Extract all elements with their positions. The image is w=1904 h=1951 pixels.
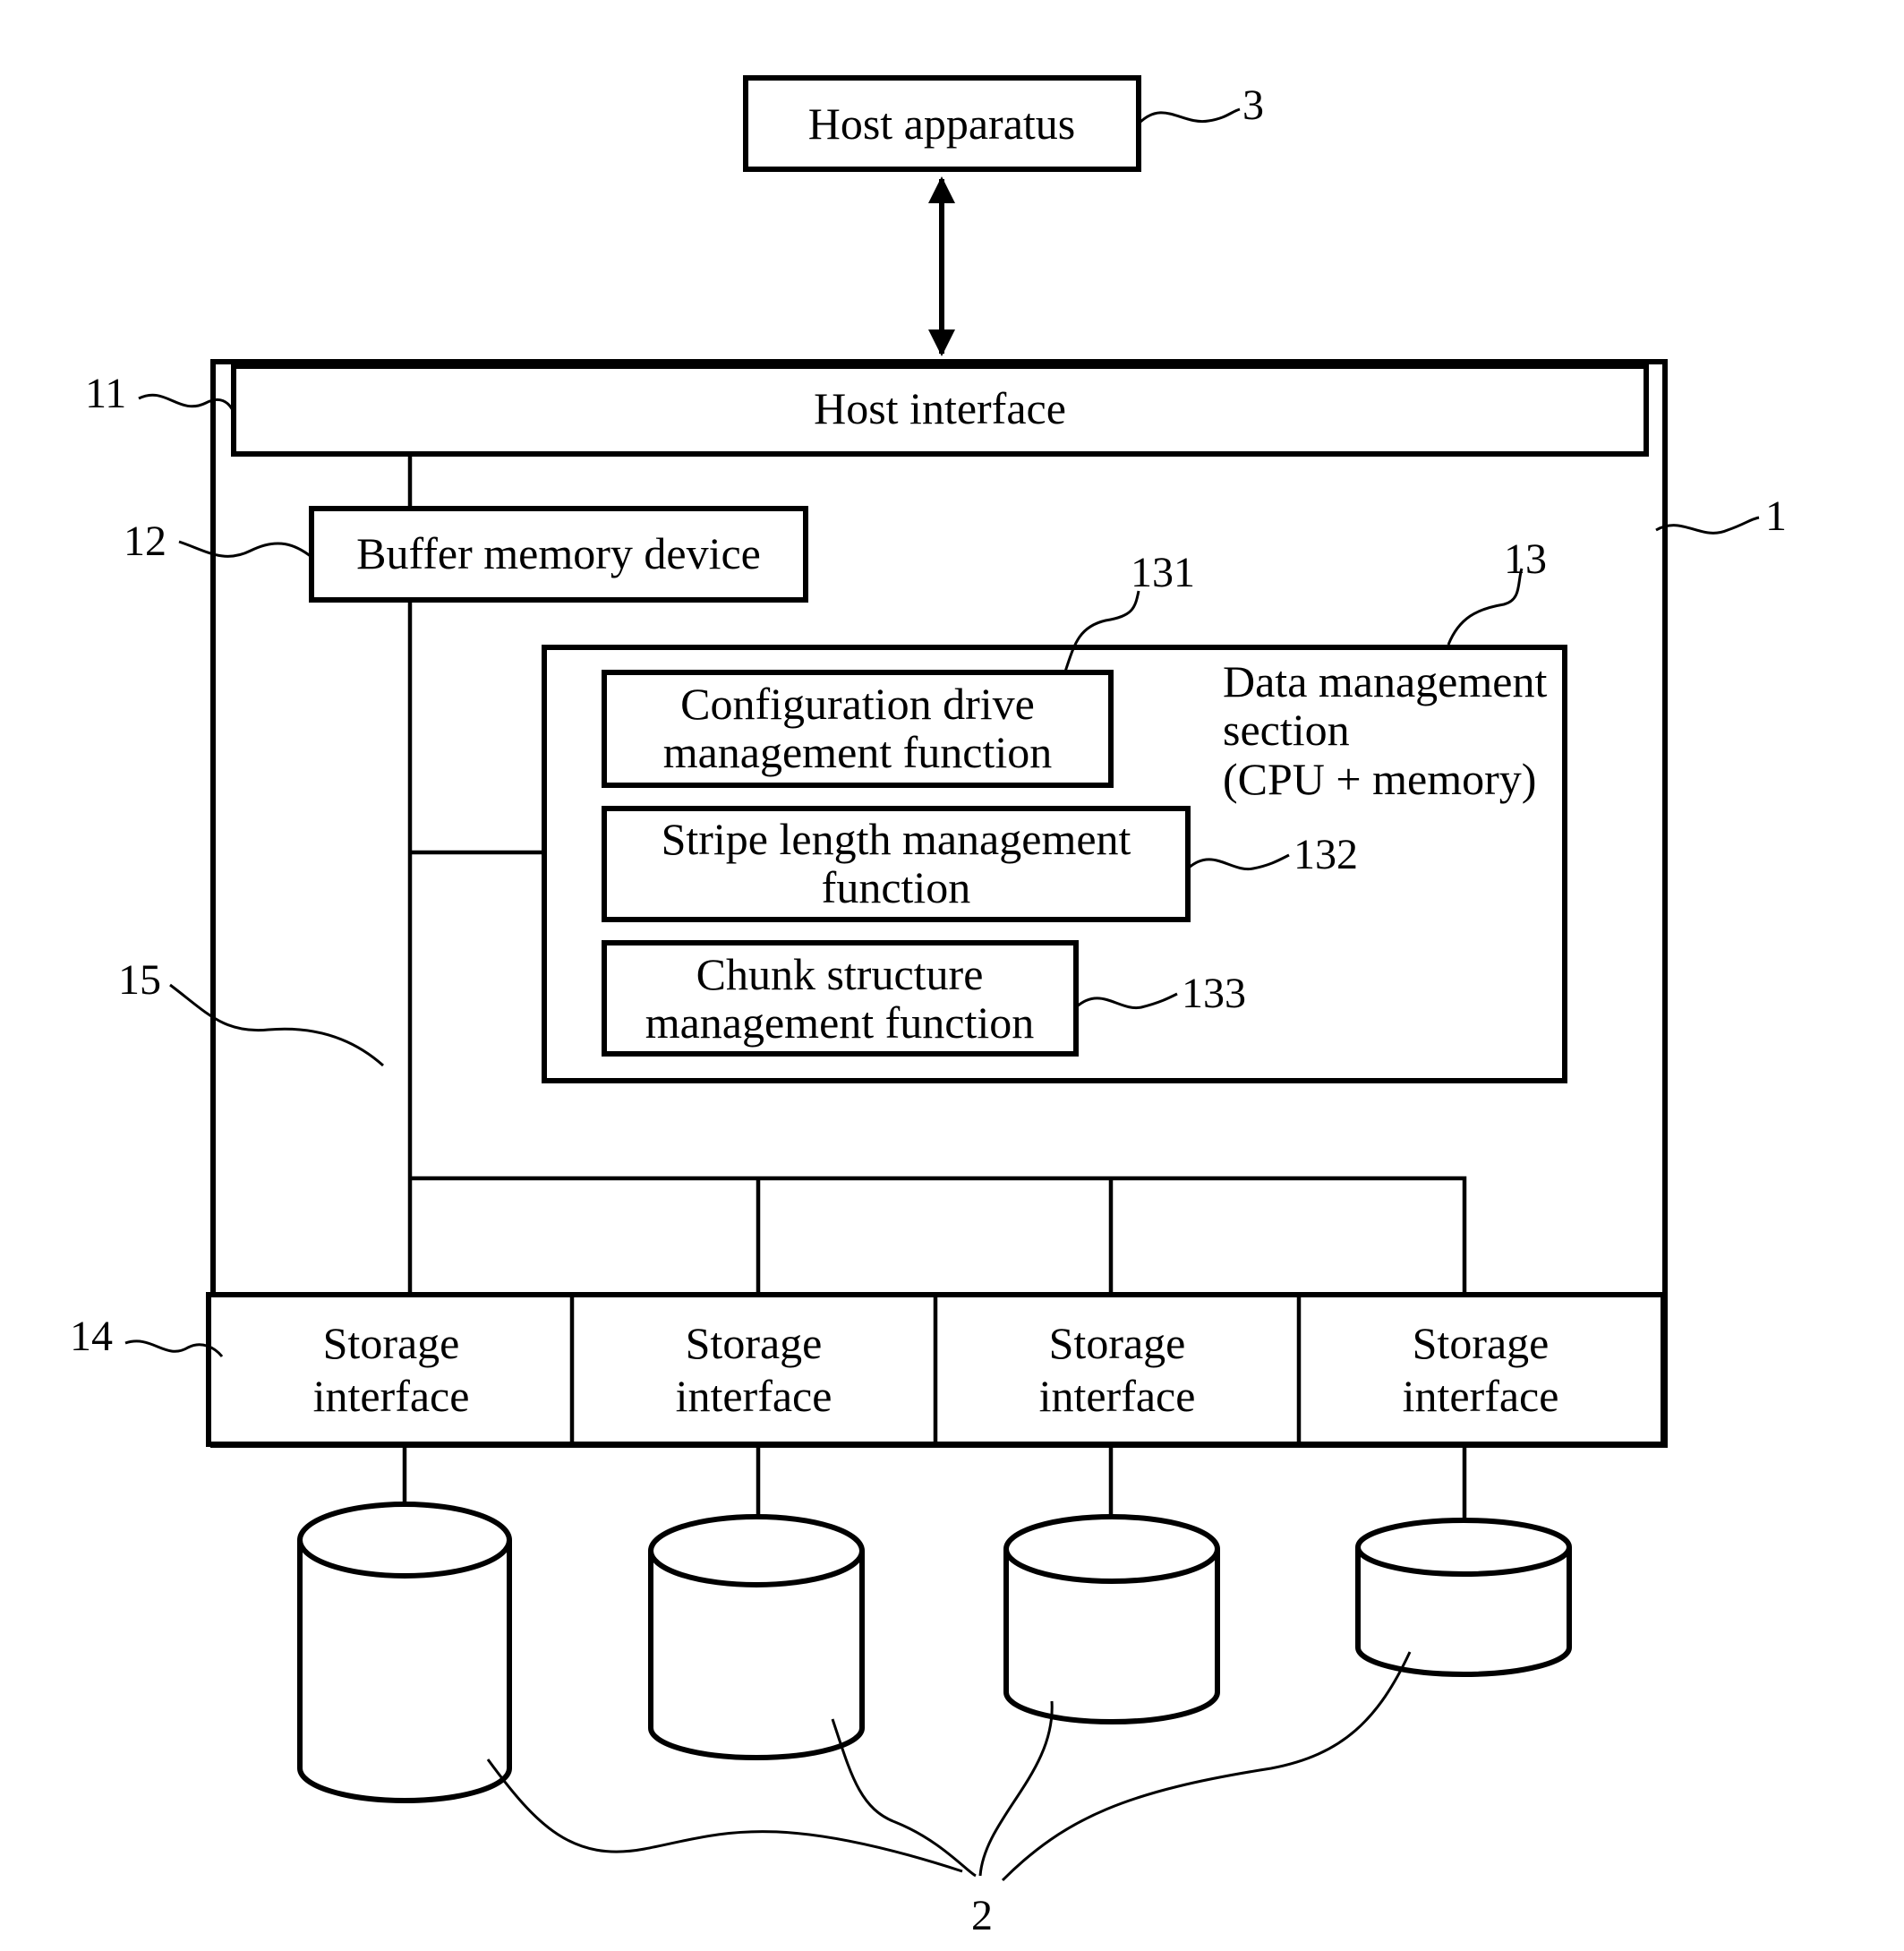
stripe-length-label-line-2: function xyxy=(822,862,971,912)
ref-13: 13 xyxy=(1504,535,1547,583)
storage-device-4 xyxy=(1355,1518,1572,1677)
storage-interface-3-line-1: Storage xyxy=(1049,1318,1186,1368)
storage-interface-4-line-2: interface xyxy=(1403,1371,1559,1421)
storage-device-1 xyxy=(297,1502,512,1803)
data-management-label-line-3: (CPU + memory) xyxy=(1223,754,1536,804)
ref-1: 1 xyxy=(1765,492,1787,540)
storage-interface-2-line-1: Storage xyxy=(686,1318,823,1368)
ref-14: 14 xyxy=(70,1313,113,1360)
data-management-label-line-1: Data management xyxy=(1223,656,1547,706)
storage-interface-4-line-1: Storage xyxy=(1413,1318,1550,1368)
buffer-memory-block: Buffer memory device xyxy=(309,506,808,603)
host-apparatus-label: Host apparatus xyxy=(808,98,1076,149)
host-apparatus-block: Host apparatus xyxy=(743,75,1141,172)
ref-leader-1 xyxy=(1655,516,1760,535)
config-drive-mgmt-function: Configuration drive management function xyxy=(602,670,1114,788)
chunk-structure-label-line-1: Chunk structure xyxy=(696,949,984,999)
ref-3: 3 xyxy=(1242,81,1264,129)
storage-interface-1-line-1: Storage xyxy=(323,1318,460,1368)
chunk-structure-label-line-2: management function xyxy=(645,997,1035,1048)
storage-interface-3-line-2: interface xyxy=(1039,1371,1196,1421)
ref-12: 12 xyxy=(124,518,166,565)
ref-132: 132 xyxy=(1294,831,1358,878)
storage-device-3 xyxy=(1003,1514,1220,1724)
storage-interface-1-line-2: interface xyxy=(313,1371,470,1421)
ref-leader-3 xyxy=(1137,107,1241,125)
storage-interface-row: Storage interface Storage interface Stor… xyxy=(206,1292,1666,1447)
host-interface-label: Host interface xyxy=(814,383,1066,433)
ref-15: 15 xyxy=(118,956,161,1004)
config-drive-label-line-1: Configuration drive xyxy=(680,679,1035,729)
ref-11: 11 xyxy=(85,370,126,417)
ref-131: 131 xyxy=(1131,549,1195,596)
host-interface-block: Host interface xyxy=(231,364,1649,457)
config-drive-label-line-2: management function xyxy=(663,727,1053,777)
storage-interface-2-line-2: interface xyxy=(676,1371,832,1421)
stripe-length-label-line-1: Stripe length management xyxy=(662,814,1131,864)
ref-2: 2 xyxy=(971,1892,993,1939)
buffer-memory-label: Buffer memory device xyxy=(356,528,761,578)
storage-system-diagram: Host apparatus 3 1 Host interface 11 15 … xyxy=(70,75,1787,1939)
ref-133: 133 xyxy=(1182,970,1246,1017)
disk-connectors xyxy=(402,1444,1467,1522)
stripe-length-mgmt-function: Stripe length management function xyxy=(602,806,1191,922)
storage-device-2 xyxy=(648,1514,865,1760)
chunk-structure-mgmt-function: Chunk structure management function xyxy=(602,940,1079,1057)
ref-leaders-2 xyxy=(486,1651,1412,1882)
data-management-label-line-2: section xyxy=(1223,705,1350,755)
